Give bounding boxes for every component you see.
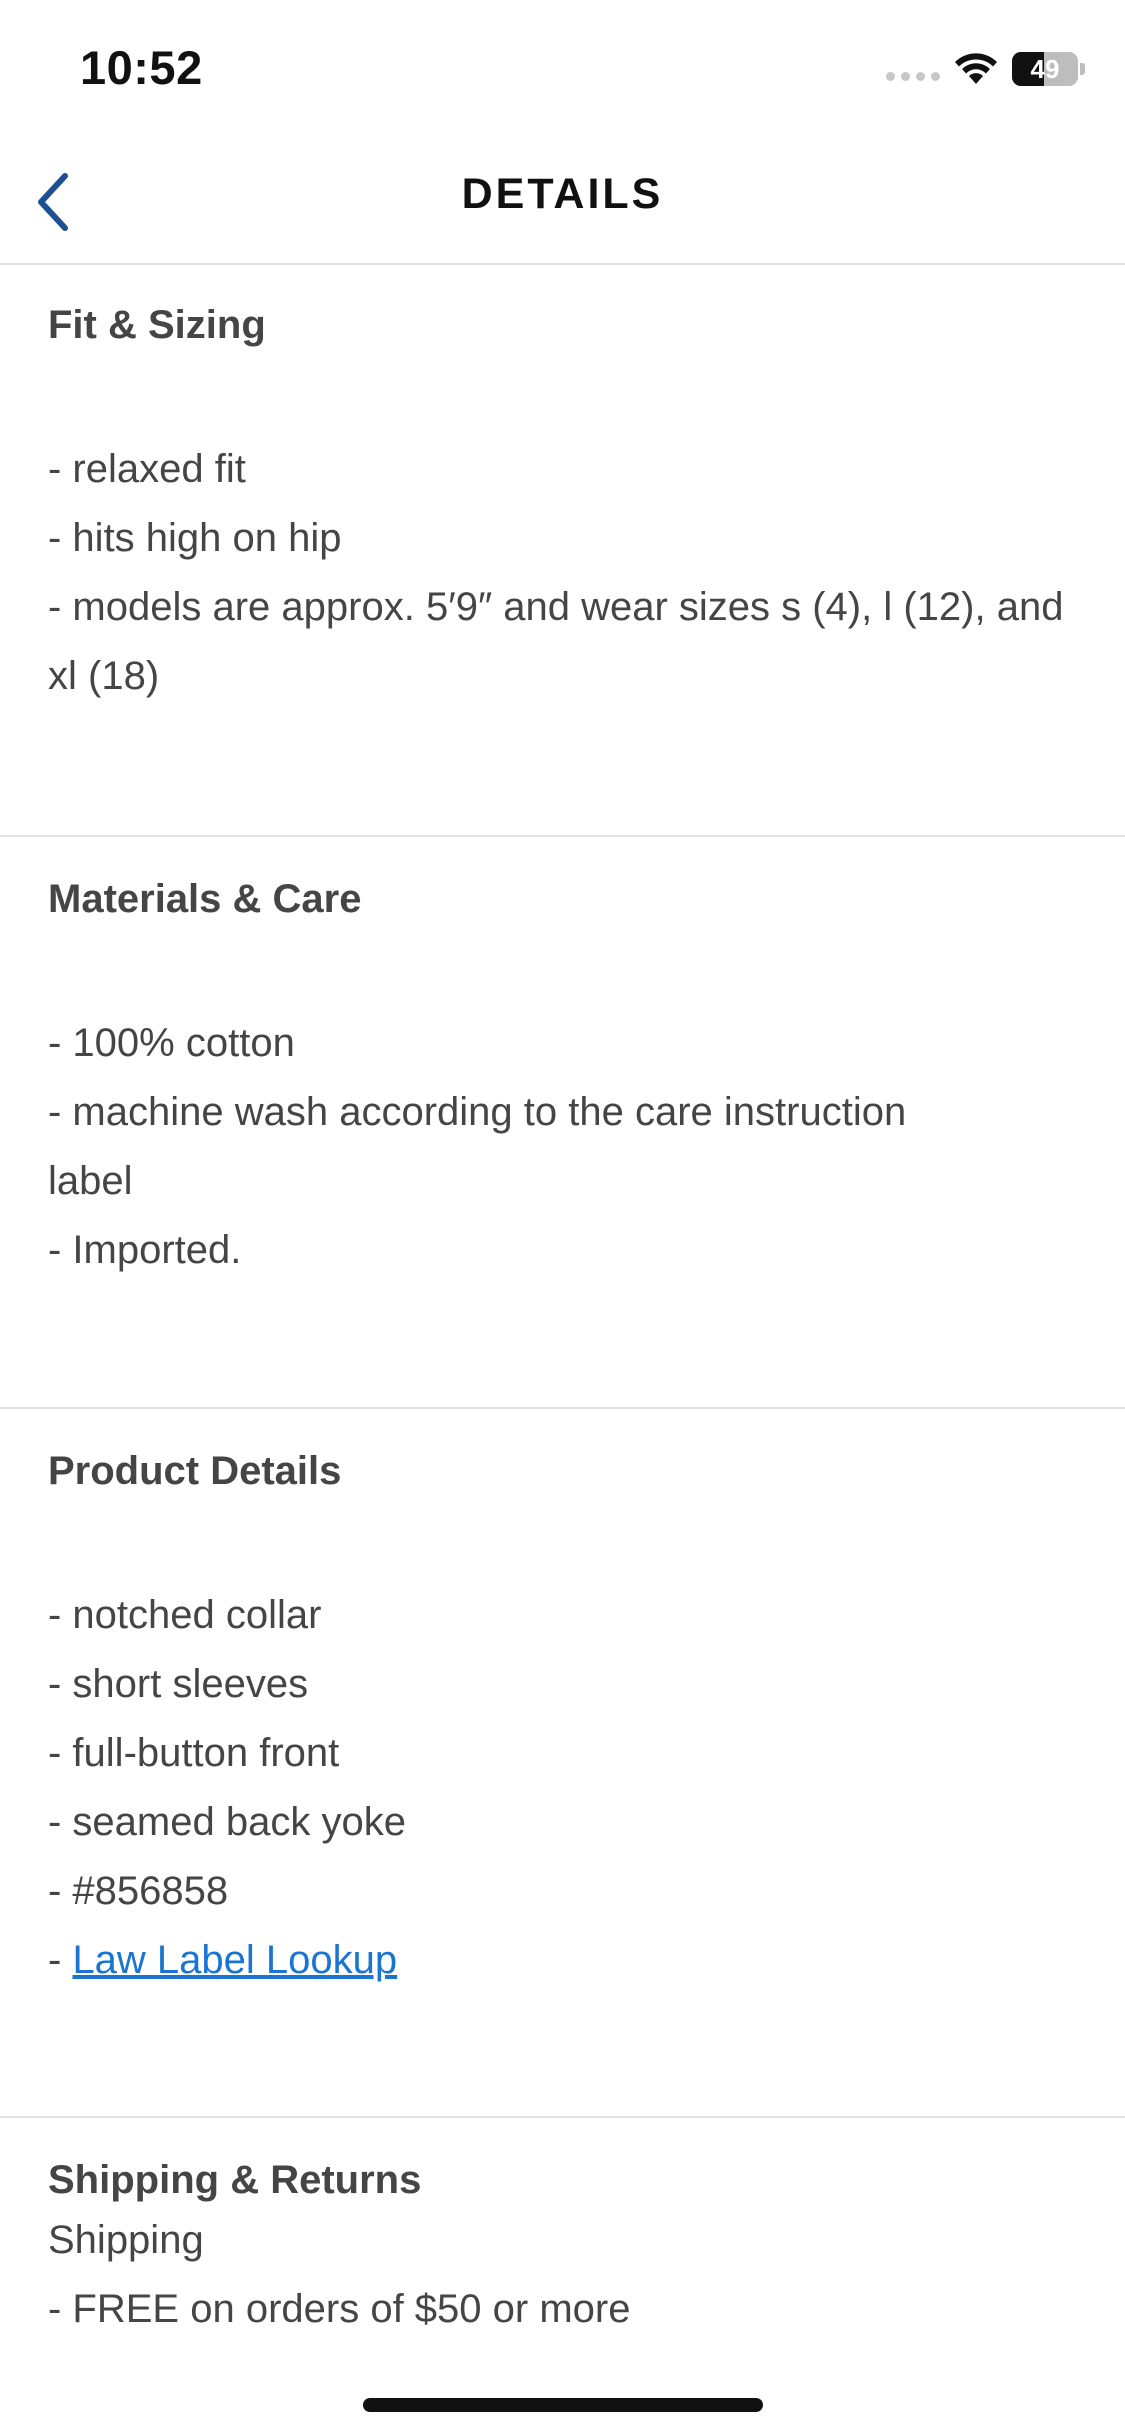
- bullet-list: - notched collar - short sleeves - full-…: [48, 1581, 1077, 1995]
- section-subtitle: Shipping: [48, 2218, 204, 2262]
- status-icons: 49: [886, 46, 1085, 92]
- section-title: Fit & Sizing: [48, 303, 266, 347]
- list-item: - Imported.: [48, 1228, 242, 1272]
- section-materials-care: Materials & Care - 100% cotton - machine…: [0, 837, 1125, 1409]
- cellular-signal-icon: [886, 71, 940, 81]
- page-title: DETAILS: [461, 170, 664, 218]
- list-item: - full-button front: [48, 1731, 340, 1775]
- wifi-icon: [955, 53, 997, 84]
- battery-icon: 49: [1012, 52, 1078, 86]
- details-content[interactable]: Fit & Sizing - relaxed fit - hits high o…: [0, 265, 1125, 2344]
- battery-cap: [1080, 63, 1085, 75]
- list-item: - short sleeves: [48, 1662, 309, 1706]
- section-fit-sizing: Fit & Sizing - relaxed fit - hits high o…: [0, 265, 1125, 837]
- status-time: 10:52: [80, 41, 203, 94]
- law-label-lookup-link[interactable]: Law Label Lookup: [72, 1938, 397, 1982]
- list-item: - 100% cotton: [48, 1021, 295, 1065]
- section-product-details: Product Details - notched collar - short…: [0, 1409, 1125, 2118]
- list-item: - notched collar: [48, 1593, 322, 1637]
- section-shipping-returns: Shipping & Returns Shipping - FREE on or…: [0, 2118, 1125, 2344]
- list-item: - hits high on hip: [48, 516, 342, 560]
- bullet-list: - 100% cotton - machine wash according t…: [48, 1009, 1077, 1285]
- list-item: - #856858: [48, 1869, 229, 1913]
- list-item: - FREE on orders of $50 or more: [48, 2287, 631, 2331]
- list-item: - seamed back yoke: [48, 1800, 406, 1844]
- list-item: - models are approx. 5′9″ and wear sizes…: [48, 585, 1064, 698]
- link-prefix: -: [48, 1938, 73, 1982]
- section-title: Shipping & Returns: [48, 2158, 422, 2202]
- list-item: - machine wash according to the care ins…: [48, 1090, 907, 1203]
- nav-bar: DETAILS: [0, 140, 1125, 265]
- section-title: Materials & Care: [48, 877, 362, 921]
- bullet-list: - relaxed fit - hits high on hip - model…: [48, 435, 1077, 711]
- list-item-law-label: - Law Label Lookup: [48, 1926, 1077, 1995]
- battery-level-text: 49: [1030, 53, 1060, 84]
- home-indicator[interactable]: [363, 2398, 763, 2412]
- section-title: Product Details: [48, 1449, 342, 1493]
- status-bar: 10:52 49: [0, 0, 1125, 140]
- list-item: - relaxed fit: [48, 447, 246, 491]
